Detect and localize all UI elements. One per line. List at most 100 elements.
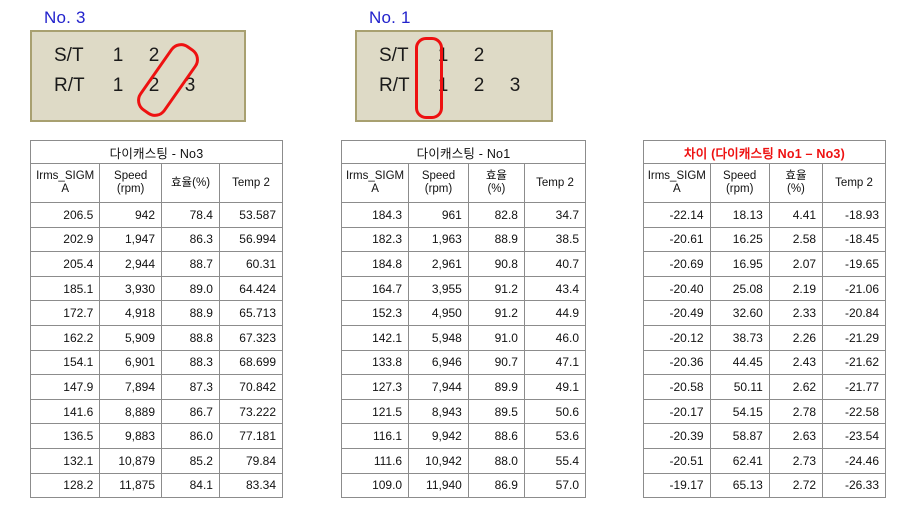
table-row: -20.36 44.45 2.43 -21.62 (643, 349, 886, 376)
condition-row-st: S/T 1 2 (54, 41, 228, 71)
table-cell: 46.0 (523, 324, 587, 351)
table-cell: 116.1 (340, 423, 410, 449)
table-cell: 60.31 (218, 251, 284, 277)
table-cell: 86.3 (161, 226, 220, 253)
table-cell: 89.5 (467, 398, 525, 425)
table-title: 차이 (다이캐스팅 No1 – No3) (643, 140, 886, 164)
table-cell: 65.13 (709, 472, 770, 499)
table-cell: -20.69 (643, 251, 711, 277)
table-row: -20.39 58.87 2.63 -23.54 (643, 423, 886, 449)
table-body-difference: -22.14 18.13 4.41 -18.93 -20.61 16.25 2.58 -18.… (643, 202, 886, 499)
table-cell: 2.58 (768, 226, 824, 253)
table-cell: 3,930 (99, 275, 163, 302)
table-cell: 47.1 (523, 349, 587, 376)
table-cell: 4,918 (99, 300, 163, 326)
header-line1: Speed (114, 170, 148, 182)
table-cell: 133.8 (340, 349, 410, 376)
table-cell: 2.33 (768, 300, 824, 326)
table-cell: -22.58 (822, 398, 886, 425)
table-cell: 8,943 (408, 398, 469, 425)
table-cell: 8,889 (99, 398, 163, 425)
table-row: 154.1 6,901 88.3 68.699 (29, 349, 284, 376)
table-cell: 6,901 (99, 349, 163, 376)
table-row: -20.12 38.73 2.26 -21.29 (643, 324, 886, 351)
table-cell: 2.43 (768, 349, 824, 376)
header-line2: (rpm) (424, 183, 453, 195)
table-title-row: 다이캐스팅 - No3 (30, 140, 283, 164)
table-row: 202.9 1,947 86.3 56.994 (29, 226, 284, 253)
table-title: 다이캐스팅 - No3 (30, 140, 283, 164)
column-header-efficiency: 효율 (%) (768, 163, 824, 203)
table-cell: 10,942 (408, 447, 469, 474)
table-row: -22.14 18.13 4.41 -18.93 (643, 202, 886, 228)
table-cell: -20.58 (643, 374, 711, 400)
header-line1: 효율 (170, 176, 193, 189)
table-cell: 64.424 (218, 275, 284, 302)
table-cell: 40.7 (523, 251, 587, 277)
condition-label-no3: No. 3 (44, 8, 86, 27)
table-cell: 91.2 (467, 275, 525, 302)
table-cell: -20.17 (643, 398, 711, 425)
table-cell: 73.222 (218, 398, 284, 425)
table-row: -20.58 50.11 2.62 -21.77 (643, 374, 886, 400)
table-difference: 차이 (다이캐스팅 No1 – No3) Irms_SIGM A Speed (… (643, 140, 886, 499)
table-row: 184.8 2,961 90.8 40.7 (340, 251, 587, 277)
table-cell: 205.4 (29, 251, 101, 277)
condition-row-rt: R/T 1 2 3 (379, 71, 535, 101)
table-cell: 88.9 (467, 226, 525, 253)
table-cell: -21.29 (822, 324, 886, 351)
table-cell: 89.9 (467, 374, 525, 400)
header-line2: (rpm) (725, 183, 754, 195)
table-row: 116.1 9,942 88.6 53.6 (340, 423, 587, 449)
table-cell: 86.9 (467, 472, 525, 499)
table-row: 141.6 8,889 86.7 73.222 (29, 398, 284, 425)
column-header-speed: Speed (rpm) (99, 163, 163, 203)
table-cell: 961 (408, 202, 469, 228)
header-line2: (%) (787, 183, 805, 195)
table-cell: 55.4 (523, 447, 587, 474)
table-row: 142.1 5,948 91.0 46.0 (340, 324, 587, 351)
table-cell: -20.61 (643, 226, 711, 253)
table-cell: 67.323 (218, 324, 284, 351)
table-header-row: Irms_SIGM A Speed (rpm) 효율 (%) Temp 2 (643, 163, 886, 203)
table-cell: 4,950 (408, 300, 469, 326)
table-cell: 109.0 (340, 472, 410, 499)
table-cell: 9,883 (99, 423, 163, 449)
table-cell: 90.8 (467, 251, 525, 277)
table-cell: 58.87 (709, 423, 770, 449)
table-row: 152.3 4,950 91.2 44.9 (340, 300, 587, 326)
table-cell: 54.15 (709, 398, 770, 425)
table-body-no1: 184.3 961 82.8 34.7 182.3 1,963 88.9 38.5 184.8 2… (340, 202, 587, 499)
table-cell: 1,963 (408, 226, 469, 253)
table-cell: 91.0 (467, 324, 525, 351)
table-cell: 88.7 (161, 251, 220, 277)
table-cell: -20.39 (643, 423, 711, 449)
table-cell: 56.994 (218, 226, 284, 253)
condition-cell-3: 3 (509, 75, 521, 96)
table-cell: 3,955 (408, 275, 469, 302)
header-line1: Speed (421, 170, 456, 182)
table-cell: 6,946 (408, 349, 469, 376)
table-cell: 5,948 (408, 324, 469, 351)
table-cell: 87.3 (161, 374, 220, 400)
table-cell: 89.0 (161, 275, 220, 302)
table-cell: 88.6 (467, 423, 525, 449)
table-cell: 2.72 (768, 472, 824, 499)
table-row: -20.61 16.25 2.58 -18.45 (643, 226, 886, 253)
condition-row-st: S/T 1 2 (379, 41, 535, 71)
column-header-efficiency: 효율(%) (161, 163, 220, 203)
table-row: -20.51 62.41 2.73 -24.46 (643, 447, 886, 474)
table-cell: 88.3 (161, 349, 220, 376)
header-line1: 효율 (485, 170, 507, 182)
header-line1: 효율 (785, 170, 807, 182)
table-cell: 16.25 (709, 226, 770, 253)
table-row: 136.5 9,883 86.0 77.181 (29, 423, 284, 449)
table-cell: 68.699 (218, 349, 284, 376)
table-cell: 141.6 (29, 398, 101, 425)
table-row: 111.6 10,942 88.0 55.4 (340, 447, 587, 474)
table-cell: -24.46 (822, 447, 886, 474)
table-cell: 147.9 (29, 374, 101, 400)
table-cell: -23.54 (822, 423, 886, 449)
table-cell: 85.2 (161, 447, 220, 474)
table-cell: -19.17 (643, 472, 711, 499)
